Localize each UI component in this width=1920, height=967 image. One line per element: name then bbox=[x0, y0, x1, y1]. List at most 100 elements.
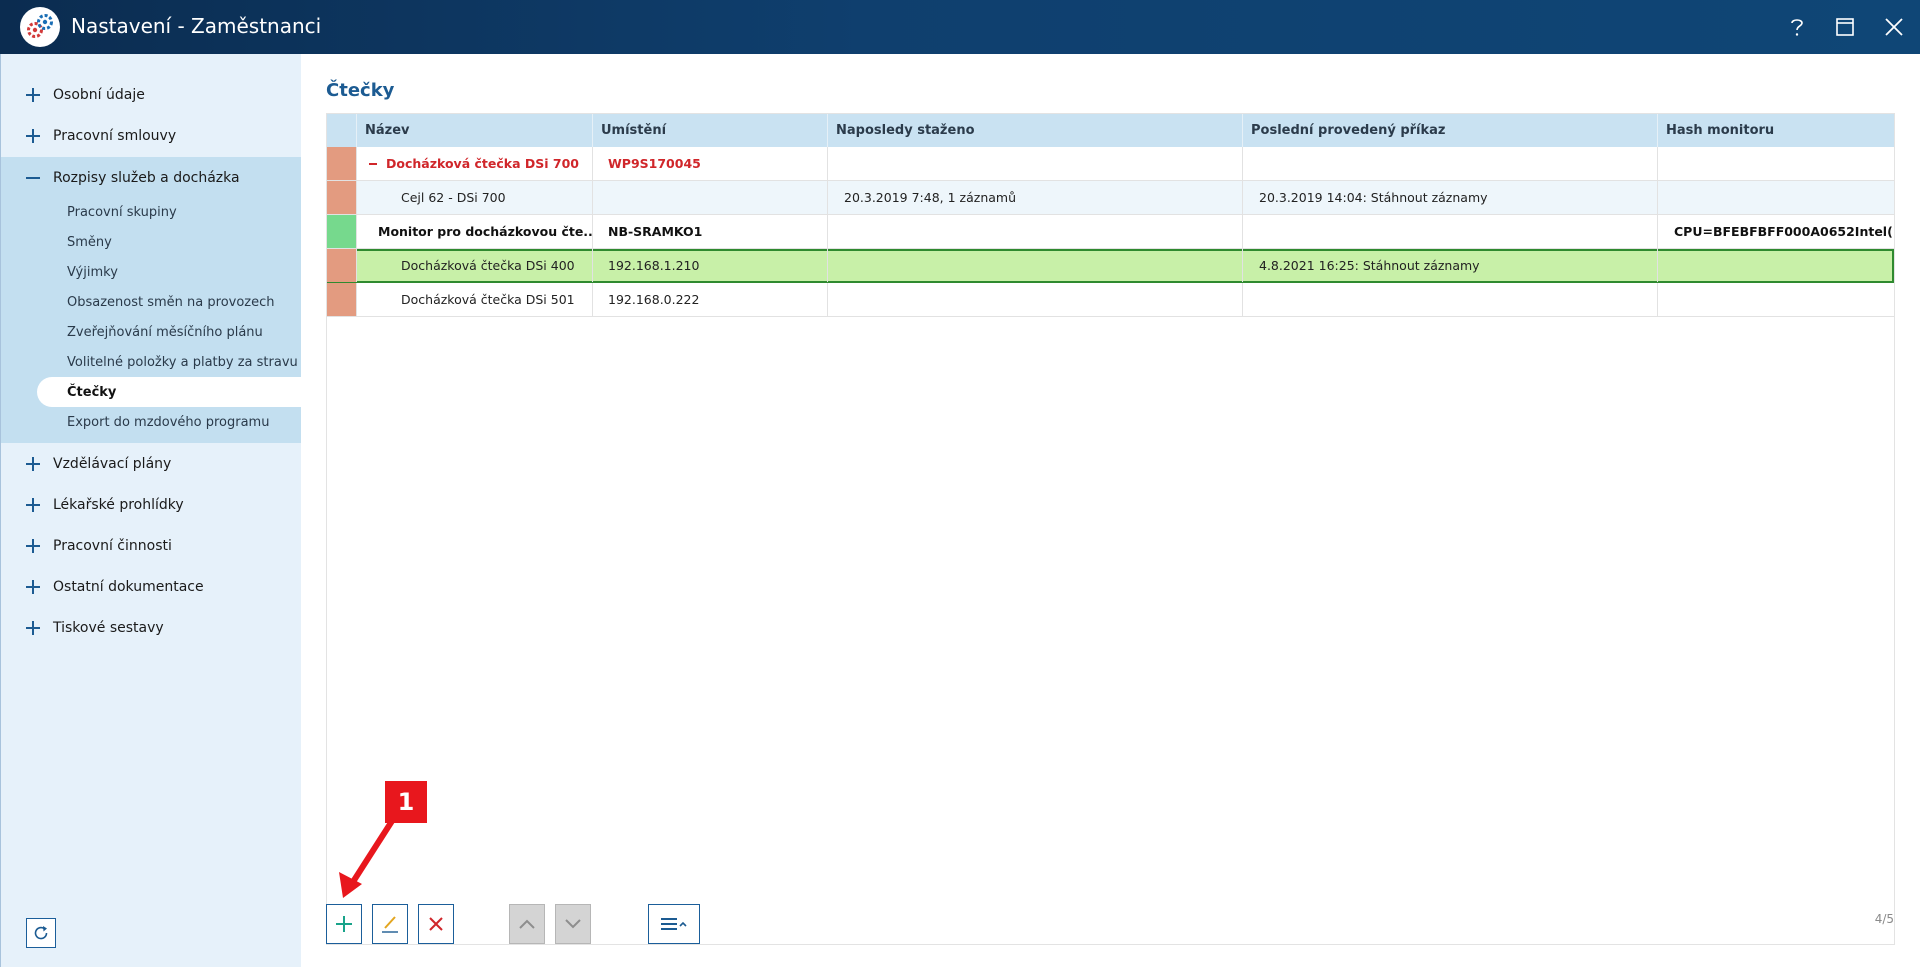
menu-button[interactable] bbox=[648, 904, 700, 944]
title-bar: Nastavení - Zaměstnanci bbox=[0, 0, 1920, 54]
cell-name: Cejl 62 - DSi 700 bbox=[356, 181, 592, 214]
annotation-badge: 1 bbox=[385, 781, 427, 823]
cell-hash bbox=[1657, 249, 1894, 282]
move-up-button[interactable] bbox=[509, 904, 545, 944]
table-row-selected[interactable]: Docházková čtečka DSi 400 192.168.1.210 … bbox=[327, 249, 1894, 283]
sidebar-subitem-zverejnovani-planu[interactable]: Zveřejňování měsíčního plánu bbox=[37, 317, 302, 347]
status-indicator bbox=[327, 283, 356, 316]
column-header-posledni-prikaz[interactable]: Poslední provedený příkaz bbox=[1242, 114, 1657, 147]
cell-name-text: Monitor pro docházkovou čte... bbox=[378, 224, 592, 239]
cell-last-download bbox=[827, 283, 1242, 316]
plus-icon bbox=[26, 538, 40, 553]
sidebar: Osobní údaje Pracovní smlouvy Rozpisy sl… bbox=[0, 54, 302, 967]
delete-icon bbox=[429, 917, 443, 931]
sidebar-item-label: Osobní údaje bbox=[53, 86, 145, 103]
close-button[interactable] bbox=[1876, 9, 1912, 45]
grid-header: Název Umístění Naposledy staženo Posledn… bbox=[327, 114, 1894, 147]
cell-last-command bbox=[1242, 215, 1657, 248]
cell-location: 192.168.1.210 bbox=[592, 249, 827, 282]
cell-hash: CPU=BFEBFBFF000A0652Intel(... bbox=[1657, 215, 1894, 248]
table-row[interactable]: Docházková čtečka DSi 501 192.168.0.222 bbox=[327, 283, 1894, 317]
plus-icon bbox=[26, 128, 40, 143]
sidebar-item-vzdelavaci-plany[interactable]: Vzdělávací plány bbox=[1, 443, 302, 484]
cell-name: Docházková čtečka DSi 400 bbox=[356, 249, 592, 282]
maximize-button[interactable] bbox=[1827, 9, 1863, 45]
refresh-icon bbox=[34, 926, 48, 940]
cell-location bbox=[592, 181, 827, 214]
cell-name: Docházková čtečka DSi 700 bbox=[356, 147, 592, 180]
sidebar-subitem-smeny[interactable]: Směny bbox=[37, 227, 302, 257]
chevron-down-icon bbox=[565, 919, 581, 929]
delete-button[interactable] bbox=[418, 904, 454, 944]
close-icon bbox=[1885, 18, 1903, 36]
sidebar-item-label: Pracovní smlouvy bbox=[53, 127, 177, 144]
plus-icon bbox=[26, 87, 40, 102]
sidebar-subitem-export-mzdy[interactable]: Export do mzdového programu bbox=[37, 407, 302, 437]
maximize-icon bbox=[1836, 18, 1854, 36]
refresh-button[interactable] bbox=[26, 918, 56, 948]
cell-hash bbox=[1657, 283, 1894, 316]
sidebar-item-lekarske-prohlidky[interactable]: Lékařské prohlídky bbox=[1, 484, 302, 525]
page-title: Čtečky bbox=[326, 80, 395, 101]
sidebar-item-label: Pracovní činnosti bbox=[53, 537, 172, 554]
menu-icon bbox=[661, 918, 687, 930]
cell-name: Docházková čtečka DSi 501 bbox=[356, 283, 592, 316]
cell-location: 192.168.0.222 bbox=[592, 283, 827, 316]
plus-icon bbox=[26, 620, 40, 635]
sidebar-item-ostatni-dokumentace[interactable]: Ostatní dokumentace bbox=[1, 566, 302, 607]
collapse-icon[interactable] bbox=[369, 162, 377, 165]
edit-button[interactable] bbox=[372, 904, 408, 944]
table-row[interactable]: Cejl 62 - DSi 700 20.3.2019 7:48, 1 zázn… bbox=[327, 181, 1894, 215]
status-indicator bbox=[327, 147, 356, 180]
cell-last-download: 20.3.2019 7:48, 1 záznamů bbox=[827, 181, 1242, 214]
sidebar-item-tiskove-sestavy[interactable]: Tiskové sestavy bbox=[1, 607, 302, 648]
sidebar-subitem-pracovni-skupiny[interactable]: Pracovní skupiny bbox=[37, 197, 302, 227]
pencil-icon bbox=[382, 916, 398, 933]
sidebar-item-pracovni-cinnosti[interactable]: Pracovní činnosti bbox=[1, 525, 302, 566]
chevron-up-icon bbox=[519, 919, 535, 929]
cell-hash bbox=[1657, 147, 1894, 180]
cell-last-download bbox=[827, 249, 1242, 282]
cell-last-command: 20.3.2019 14:04: Stáhnout záznamy bbox=[1242, 181, 1657, 214]
sidebar-subitem-obsazenost-smen[interactable]: Obsazenost směn na provozech bbox=[37, 287, 302, 317]
sidebar-item-osobni-udaje[interactable]: Osobní údaje bbox=[1, 74, 302, 115]
status-indicator bbox=[327, 249, 356, 282]
cell-last-download bbox=[827, 215, 1242, 248]
status-indicator bbox=[327, 181, 356, 214]
sidebar-item-label: Rozpisy služeb a docházka bbox=[53, 169, 240, 186]
sidebar-item-label: Vzdělávací plány bbox=[53, 455, 172, 472]
sidebar-subitem-ctecky[interactable]: Čtečky bbox=[37, 377, 302, 407]
plus-icon bbox=[336, 916, 352, 932]
column-header-nazev[interactable]: Název bbox=[356, 114, 592, 147]
sidebar-subitem-volitelne-polozky[interactable]: Volitelné položky a platby za stravu bbox=[37, 347, 302, 377]
sidebar-group-rozpisy: Rozpisy služeb a docházka Pracovní skupi… bbox=[1, 157, 302, 443]
add-button[interactable] bbox=[326, 904, 362, 944]
sidebar-item-label: Tiskové sestavy bbox=[53, 619, 164, 636]
cell-last-command bbox=[1242, 147, 1657, 180]
move-down-button[interactable] bbox=[555, 904, 591, 944]
column-header-hash-monitoru[interactable]: Hash monitoru bbox=[1657, 114, 1894, 147]
cell-hash bbox=[1657, 181, 1894, 214]
readers-grid: Název Umístění Naposledy staženo Posledn… bbox=[326, 113, 1895, 945]
pager-indicator: 4/5 bbox=[1874, 912, 1894, 926]
plus-icon bbox=[26, 456, 40, 471]
sidebar-item-rozpisy-sluzeb[interactable]: Rozpisy služeb a docházka bbox=[1, 157, 302, 198]
cell-last-command bbox=[1242, 283, 1657, 316]
sidebar-item-pracovni-smlouvy[interactable]: Pracovní smlouvy bbox=[1, 115, 302, 156]
cell-name-text: Docházková čtečka DSi 700 bbox=[386, 156, 579, 171]
plus-icon bbox=[26, 579, 40, 594]
help-button[interactable] bbox=[1779, 9, 1815, 45]
status-indicator bbox=[327, 215, 356, 248]
table-row[interactable]: Docházková čtečka DSi 700 WP9S170045 bbox=[327, 147, 1894, 181]
cell-location: NB-SRAMKO1 bbox=[592, 215, 827, 248]
cell-name: Monitor pro docházkovou čte... bbox=[356, 215, 592, 248]
gears-logo-icon bbox=[20, 7, 60, 47]
cell-last-command: 4.8.2021 16:25: Stáhnout záznamy bbox=[1242, 249, 1657, 282]
column-header-umisteni[interactable]: Umístění bbox=[592, 114, 827, 147]
cell-location: WP9S170045 bbox=[592, 147, 827, 180]
window-title: Nastavení - Zaměstnanci bbox=[71, 14, 322, 38]
column-header-naposledy-stazeno[interactable]: Naposledy staženo bbox=[827, 114, 1242, 147]
sidebar-subitem-vyjimky[interactable]: Výjimky bbox=[37, 257, 302, 287]
table-row[interactable]: Monitor pro docházkovou čte... NB-SRAMKO… bbox=[327, 215, 1894, 249]
cell-last-download bbox=[827, 147, 1242, 180]
